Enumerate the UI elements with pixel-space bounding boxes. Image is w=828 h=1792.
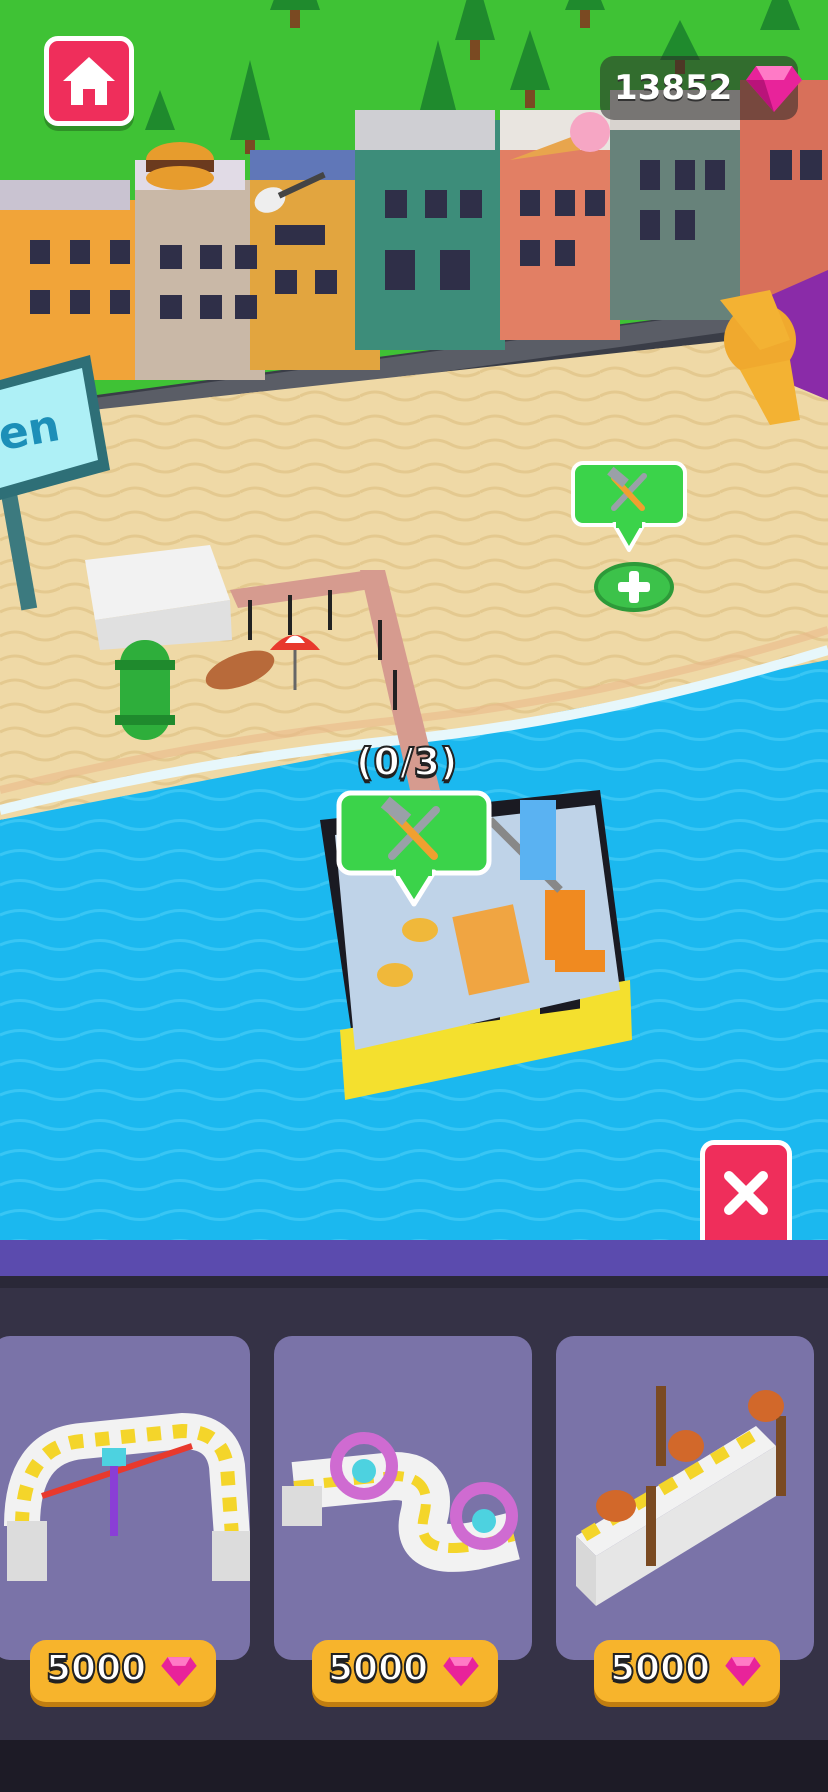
gem-counter: 13852 [600,56,802,120]
shop-item-rope-bridge[interactable] [556,1336,814,1660]
home-icon [63,57,115,105]
close-x-icon [724,1170,768,1215]
buy-button-2[interactable]: 5000 [312,1640,498,1702]
game-scene[interactable]: en [0,0,828,1240]
price-label: 5000 [45,1647,147,1690]
build-marker-raft[interactable] [336,790,492,910]
pink-gem-icon [725,1657,761,1687]
panel-top-stripe [0,1240,828,1276]
build-progress: (0/3) [355,739,458,785]
home-button[interactable] [44,36,134,126]
pink-gem-icon [746,66,802,112]
rope-bridge-icon [576,1386,786,1606]
shop-item-zipline-track[interactable] [0,1336,250,1660]
price-label: 5000 [327,1647,429,1690]
plus-icon [618,571,650,603]
close-button[interactable] [700,1140,792,1240]
burger-prop [146,142,214,190]
add-build-button[interactable] [594,562,674,612]
pink-gem-icon [443,1657,479,1687]
shop-item-loop-track[interactable] [274,1336,532,1660]
pink-gem-icon [161,1657,197,1687]
loop-track-icon [282,1432,520,1572]
build-marker-beach[interactable] [570,460,688,556]
buy-button-3[interactable]: 5000 [594,1640,780,1702]
panel-divider [0,1276,828,1288]
gem-count: 13852 [614,68,733,108]
panel-bottom-bar [0,1740,828,1792]
billboard-text: en [0,400,63,461]
price-label: 5000 [609,1647,711,1690]
buy-button-1[interactable]: 5000 [30,1640,216,1702]
zipline-track-icon [4,1413,250,1581]
